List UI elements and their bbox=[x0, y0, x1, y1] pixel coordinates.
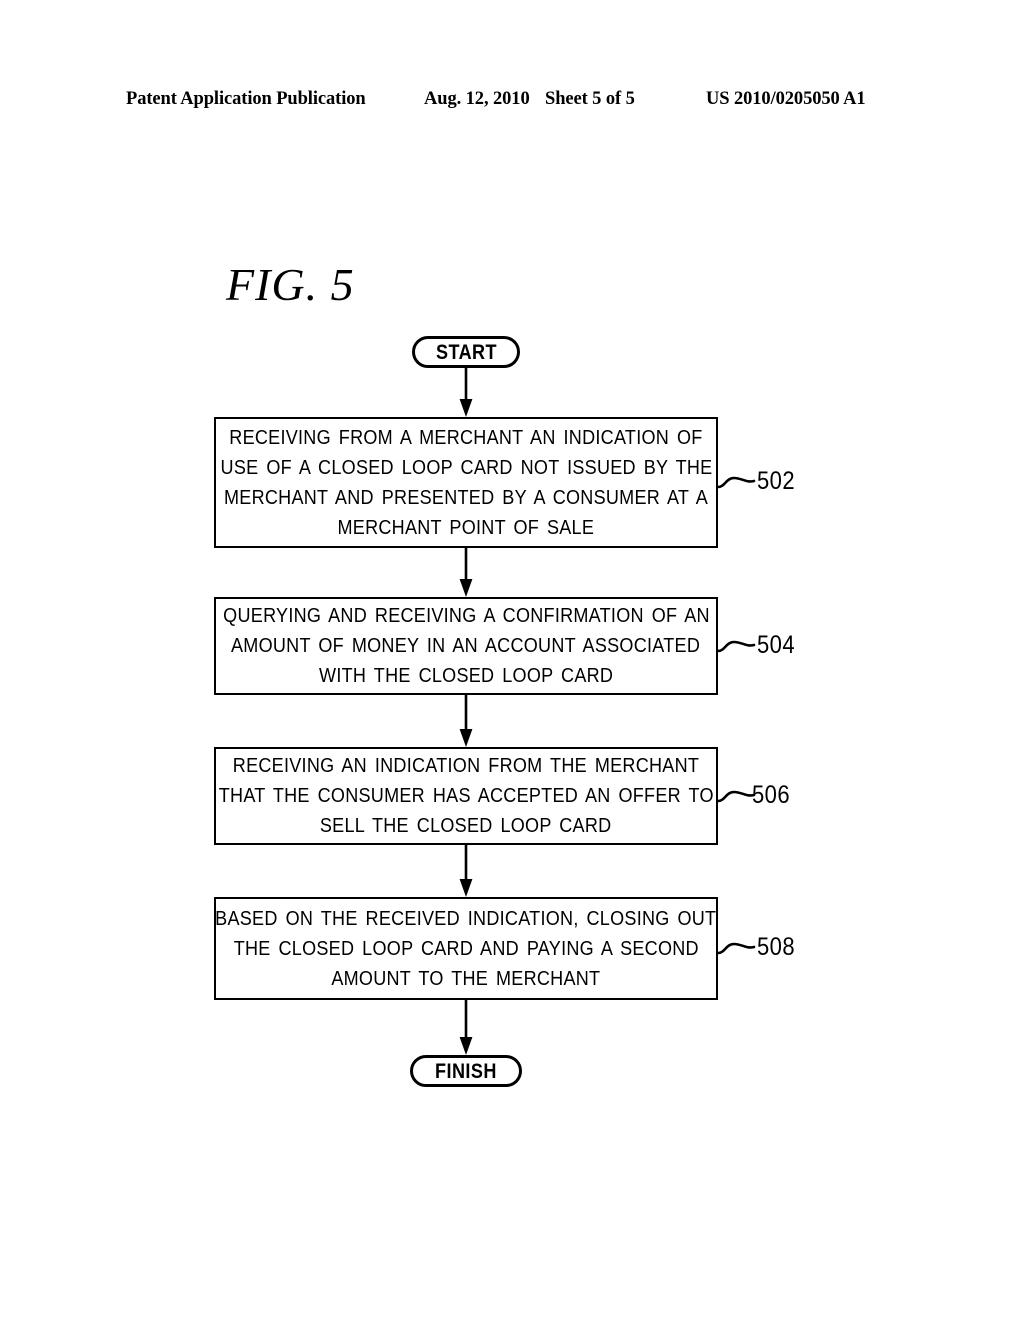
step-508-line-2: THE CLOSED LOOP CARD AND PAYING A SECOND bbox=[233, 936, 699, 960]
step-508-line-1: BASED ON THE RECEIVED INDICATION, CLOSIN… bbox=[215, 906, 717, 930]
flowchart-finish-terminator: FINISH bbox=[410, 1055, 522, 1087]
finish-terminator-label: FINISH bbox=[435, 1059, 497, 1083]
reference-numeral-502: 502 bbox=[757, 467, 796, 495]
figure-label: FIG. 5 bbox=[226, 259, 355, 310]
step-506-line-3: SELL THE CLOSED LOOP CARD bbox=[320, 814, 612, 837]
step-502-line-4: MERCHANT POINT OF SALE bbox=[337, 515, 595, 539]
connector-arrow-506-to-508 bbox=[454, 845, 478, 897]
step-508-line-3: AMOUNT TO THE MERCHANT bbox=[331, 966, 601, 990]
connector-arrow-502-to-504 bbox=[454, 548, 478, 597]
flowchart-step-box-504: QUERYING AND RECEIVING A CONFIRMATION OF… bbox=[214, 597, 718, 695]
flowchart-step-box-506: RECEIVING AN INDICATION FROM THE MERCHAN… bbox=[214, 747, 718, 845]
step-502-line-3: MERCHANT AND PRESENTED BY A CONSUMER AT … bbox=[223, 485, 709, 509]
page-header: Patent Application Publication Aug. 12, … bbox=[0, 89, 1024, 115]
flowchart-step-box-508: BASED ON THE RECEIVED INDICATION, CLOSIN… bbox=[214, 897, 718, 1000]
header-publication-text: Patent Application Publication bbox=[126, 89, 366, 109]
step-506-line-2: THAT THE CONSUMER HAS ACCEPTED AN OFFER … bbox=[218, 784, 714, 807]
flowchart-step-box-502: RECEIVING FROM A MERCHANT AN INDICATION … bbox=[214, 417, 718, 548]
reference-numeral-504: 504 bbox=[757, 631, 796, 659]
flowchart-start-terminator: START bbox=[412, 336, 520, 368]
header-date-text: Aug. 12, 2010 bbox=[424, 89, 530, 109]
connector-arrow-504-to-506 bbox=[454, 695, 478, 747]
reference-leader-502 bbox=[716, 470, 760, 494]
step-502-line-2: USE OF A CLOSED LOOP CARD NOT ISSUED BY … bbox=[220, 455, 712, 479]
connector-arrow-start-to-502 bbox=[454, 368, 478, 417]
reference-numeral-506: 506 bbox=[752, 781, 791, 809]
reference-numeral-508: 508 bbox=[757, 933, 796, 961]
header-sheet-text: Sheet 5 of 5 bbox=[545, 89, 635, 109]
start-terminator-label: START bbox=[435, 340, 497, 364]
step-504-line-2: AMOUNT OF MONEY IN AN ACCOUNT ASSOCIATED bbox=[231, 634, 701, 657]
step-502-line-1: RECEIVING FROM A MERCHANT AN INDICATION … bbox=[229, 425, 703, 449]
connector-arrow-508-to-finish bbox=[454, 1000, 478, 1055]
step-504-line-3: WITH THE CLOSED LOOP CARD bbox=[318, 664, 614, 687]
reference-leader-508 bbox=[716, 936, 760, 960]
step-504-line-1: QUERYING AND RECEIVING A CONFIRMATION OF… bbox=[222, 604, 710, 627]
reference-leader-504 bbox=[716, 634, 760, 658]
patent-figure-page: Patent Application Publication Aug. 12, … bbox=[0, 0, 1024, 1320]
step-506-line-1: RECEIVING AN INDICATION FROM THE MERCHAN… bbox=[232, 754, 700, 777]
header-document-number: US 2010/0205050 A1 bbox=[706, 89, 866, 109]
